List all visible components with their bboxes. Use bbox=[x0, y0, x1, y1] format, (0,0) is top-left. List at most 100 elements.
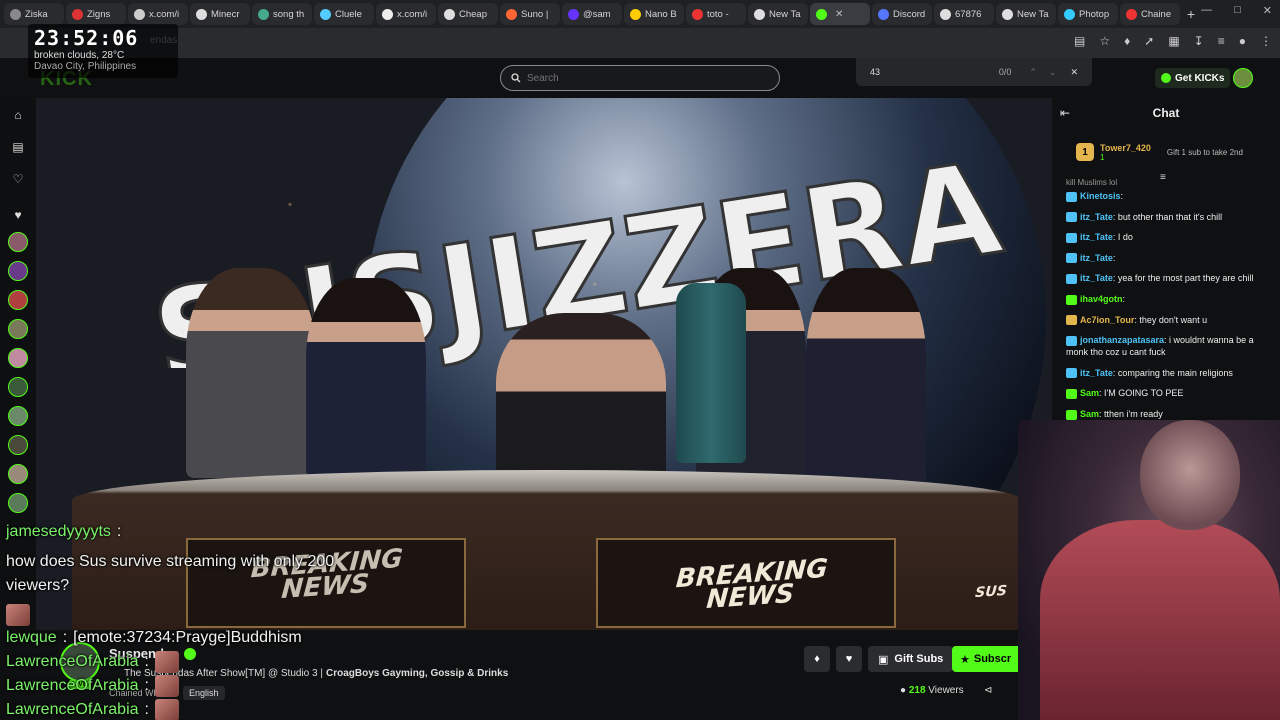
browser-tab[interactable]: x.com/i bbox=[376, 3, 436, 25]
chat-username[interactable]: itz_Tate bbox=[1080, 253, 1113, 263]
overlay-chat-user: LawrenceOfArabia bbox=[6, 653, 139, 670]
gift-leaderboard[interactable]: 1 Tower7_420 1 Gift 1 sub to take 2nd bbox=[1052, 132, 1280, 172]
browser-tab[interactable]: ✕ bbox=[810, 3, 870, 25]
tab-search-icon[interactable]: ≡ bbox=[1218, 34, 1225, 48]
find-close-icon[interactable]: ✕ bbox=[1070, 67, 1078, 78]
chat-username[interactable]: Sam bbox=[1080, 388, 1099, 398]
browser-tab[interactable]: New Ta bbox=[748, 3, 808, 25]
overlay-chat-separator: : bbox=[144, 653, 149, 670]
gift-subs-button[interactable]: ▣ Gift Subs bbox=[868, 646, 954, 672]
followed-channel-avatar[interactable] bbox=[8, 406, 28, 426]
browser-tab[interactable]: song th bbox=[252, 3, 312, 25]
new-tab-button[interactable]: + bbox=[1182, 5, 1200, 23]
find-next-icon[interactable]: ⌄ bbox=[1049, 67, 1057, 78]
maximize-icon[interactable]: □ bbox=[1234, 4, 1241, 17]
followed-channel-avatar[interactable] bbox=[8, 290, 28, 310]
tab-favicon-icon bbox=[940, 8, 951, 20]
leaderboard-rank: 1 bbox=[1076, 143, 1094, 161]
subscribe-button[interactable]: ★ Subscr bbox=[952, 646, 1022, 672]
chat-message[interactable]: Kinetosis: bbox=[1066, 190, 1276, 202]
get-kicks-button[interactable]: Get KICKs bbox=[1155, 68, 1231, 88]
followed-channel-avatar[interactable] bbox=[8, 464, 28, 484]
followed-channel-avatar[interactable] bbox=[8, 261, 28, 281]
chat-username[interactable]: jonathanzapatasara bbox=[1080, 335, 1164, 345]
chat-message[interactable]: itz_Tate: I do bbox=[1066, 231, 1276, 243]
host-person bbox=[496, 313, 666, 488]
followed-channel-avatar[interactable] bbox=[8, 232, 28, 252]
following-heart-icon[interactable]: ♡ bbox=[11, 172, 25, 186]
browser-tab[interactable]: Chaine bbox=[1120, 3, 1180, 25]
chat-message[interactable]: itz_Tate: comparing the main religions bbox=[1066, 367, 1276, 379]
chat-text: I'M GOING TO PEE bbox=[1104, 388, 1184, 399]
browser-tab[interactable]: x.com/i bbox=[128, 3, 188, 25]
follow-heart-button[interactable]: ♥ bbox=[836, 646, 862, 672]
browser-tab[interactable]: Cluele bbox=[314, 3, 374, 25]
user-avatar[interactable] bbox=[1233, 68, 1253, 88]
chat-message[interactable]: Sam: tthen i'm ready bbox=[1066, 408, 1276, 420]
chat-message[interactable]: itz_Tate: but other than that it's chill bbox=[1066, 211, 1276, 223]
extension-icon[interactable]: ➚ bbox=[1144, 34, 1154, 48]
chat-message[interactable]: jonathanzapatasara: i wouldnt wanna be a… bbox=[1066, 334, 1276, 358]
search-box[interactable] bbox=[500, 65, 780, 91]
tab-favicon-icon bbox=[816, 8, 827, 20]
overlay-chat-line: jamesedyyyyts: how does Sus survive strea… bbox=[6, 520, 366, 626]
followed-channel-avatar[interactable] bbox=[8, 493, 28, 513]
close-icon[interactable]: ✕ bbox=[1263, 4, 1272, 17]
menu-icon[interactable]: ⋮ bbox=[1260, 34, 1272, 48]
minimize-icon[interactable]: — bbox=[1201, 4, 1212, 17]
chat-username[interactable]: itz_Tate bbox=[1080, 368, 1113, 378]
chat-message[interactable]: itz_Tate: yea for the most part they are… bbox=[1066, 272, 1276, 284]
chat-text: they don't want u bbox=[1139, 314, 1208, 325]
search-input[interactable] bbox=[527, 72, 767, 84]
browser-tab[interactable]: Minecr bbox=[190, 3, 250, 25]
address-bar[interactable]: endas ▤ ☆ ♦ ➚ ▦ ↧ ≡ ● ⋮ bbox=[0, 28, 1280, 58]
chat-username[interactable]: Sam bbox=[1080, 409, 1099, 419]
overlay-chat: jamesedyyyyts: how does Sus survive strea… bbox=[6, 520, 366, 720]
find-input[interactable]: 43 bbox=[870, 67, 880, 77]
browser-tab[interactable]: Suno | bbox=[500, 3, 560, 25]
followed-channel-avatar[interactable] bbox=[8, 319, 28, 339]
chat-text: comparing the main religions bbox=[1117, 367, 1233, 378]
emote-icon bbox=[154, 651, 179, 673]
chat-username[interactable]: itz_Tate bbox=[1080, 212, 1113, 222]
chat-message[interactable]: Sam: I'M GOING TO PEE bbox=[1066, 387, 1276, 399]
profile-icon[interactable]: ● bbox=[1239, 34, 1246, 48]
browser-tab[interactable]: Zigns bbox=[66, 3, 126, 25]
tab-close-icon[interactable]: ✕ bbox=[835, 9, 843, 20]
tab-favicon-icon bbox=[196, 8, 207, 20]
share-icon[interactable]: ⊲ bbox=[984, 685, 992, 696]
followed-channel-avatar[interactable] bbox=[8, 348, 28, 368]
extension-icon[interactable]: ♦ bbox=[1124, 34, 1130, 48]
browser-tab[interactable]: @sam bbox=[562, 3, 622, 25]
chat-username[interactable]: itz_Tate bbox=[1080, 273, 1113, 283]
followed-channel-avatar[interactable] bbox=[8, 377, 28, 397]
page-action-icon[interactable]: ▤ bbox=[1074, 34, 1085, 48]
followed-channel-avatar[interactable] bbox=[8, 435, 28, 455]
browser-tab[interactable]: Discord bbox=[872, 3, 932, 25]
chat-username[interactable]: ihav4gotn bbox=[1080, 294, 1123, 304]
notification-bell-button[interactable]: ♦ bbox=[804, 646, 830, 672]
chat-username[interactable]: Ac7ion_Tour bbox=[1080, 315, 1134, 325]
bookmark-star-icon[interactable]: ☆ bbox=[1099, 34, 1110, 48]
browser-tab[interactable]: 67876 bbox=[934, 3, 994, 25]
overlay-chat-user: LawrenceOfArabia bbox=[6, 701, 139, 718]
chat-username[interactable]: Kinetosis bbox=[1080, 191, 1121, 201]
browse-icon[interactable]: ▤ bbox=[11, 140, 25, 154]
browser-tab[interactable]: Photop bbox=[1058, 3, 1118, 25]
puzzle-icon[interactable]: ▦ bbox=[1168, 34, 1179, 48]
download-icon[interactable]: ↧ bbox=[1194, 34, 1204, 48]
browser-tab[interactable]: Ziska bbox=[4, 3, 64, 25]
tab-label: Ziska bbox=[25, 8, 48, 20]
chat-message[interactable]: ihav4gotn: bbox=[1066, 293, 1276, 305]
find-prev-icon[interactable]: ⌃ bbox=[1029, 67, 1037, 78]
home-icon[interactable]: ⌂ bbox=[11, 108, 25, 122]
favorites-heart-icon[interactable]: ♥ bbox=[11, 208, 25, 222]
browser-tab[interactable]: Cheap bbox=[438, 3, 498, 25]
browser-tab[interactable]: toto - bbox=[686, 3, 746, 25]
chat-message[interactable]: itz_Tate: bbox=[1066, 252, 1276, 264]
browser-tab[interactable]: New Ta bbox=[996, 3, 1056, 25]
chat-filter-icon[interactable]: ≡ bbox=[1160, 172, 1166, 183]
chat-username[interactable]: itz_Tate bbox=[1080, 232, 1113, 242]
browser-tab[interactable]: Nano B bbox=[624, 3, 684, 25]
chat-message[interactable]: Ac7ion_Tour: they don't want u bbox=[1066, 314, 1276, 326]
